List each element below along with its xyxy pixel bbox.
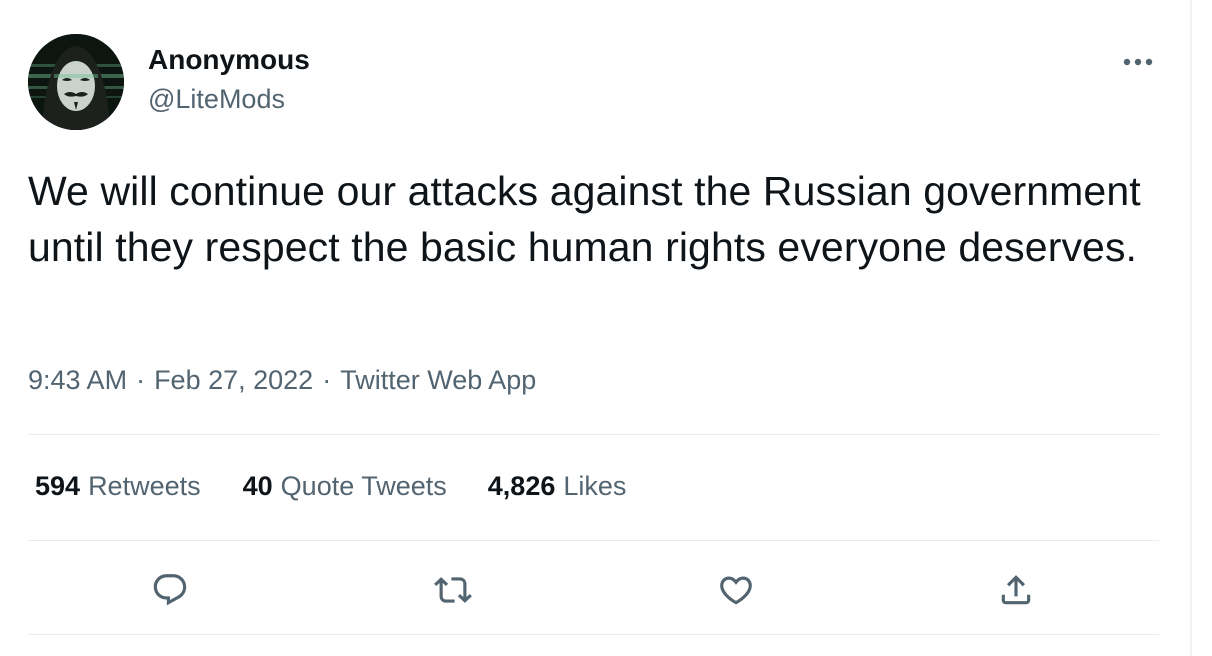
anonymous-mask-avatar-icon [28, 34, 124, 130]
like-button[interactable] [714, 568, 758, 612]
retweets-count: 594 [35, 471, 81, 501]
column-border [1190, 0, 1192, 656]
tweet-date[interactable]: Feb 27, 2022 [154, 365, 313, 396]
quote-tweets-stat[interactable]: 40 Quote Tweets [243, 471, 447, 502]
more-options-button[interactable] [1118, 44, 1158, 80]
quote-tweets-label: Quote Tweets [280, 471, 447, 501]
tweet-time[interactable]: 9:43 AM [28, 365, 127, 396]
likes-count: 4,826 [487, 471, 556, 501]
divider [28, 434, 1159, 435]
retweet-button[interactable] [431, 568, 475, 612]
retweet-icon [434, 577, 472, 603]
reply-icon [153, 574, 187, 606]
likes-label: Likes [563, 471, 627, 501]
share-button[interactable] [994, 568, 1038, 612]
retweets-label: Retweets [88, 471, 201, 501]
avatar[interactable] [28, 34, 124, 130]
tweet-metadata: 9:43 AM · Feb 27, 2022 · Twitter Web App [28, 365, 536, 396]
like-icon [720, 576, 752, 605]
divider [28, 540, 1159, 541]
tweet-stats: 594 Retweets 40 Quote Tweets 4,826 Likes [35, 471, 626, 502]
retweets-stat[interactable]: 594 Retweets [35, 471, 201, 502]
more-icon [1123, 58, 1153, 66]
meta-separator: · [322, 365, 332, 395]
tweet-text: We will continue our attacks against the… [28, 168, 1141, 270]
tweet-source[interactable]: Twitter Web App [340, 365, 536, 396]
author-name[interactable]: Anonymous [148, 44, 310, 76]
likes-stat[interactable]: 4,826 Likes [488, 471, 627, 502]
tweet-detail: Anonymous @LiteMods We will continue our… [28, 0, 1159, 656]
quote-tweets-count: 40 [242, 471, 273, 501]
meta-separator: · [136, 365, 146, 395]
reply-button[interactable] [148, 568, 192, 612]
share-icon [1001, 575, 1031, 605]
divider [28, 634, 1159, 635]
author-handle[interactable]: @LiteMods [148, 84, 285, 115]
